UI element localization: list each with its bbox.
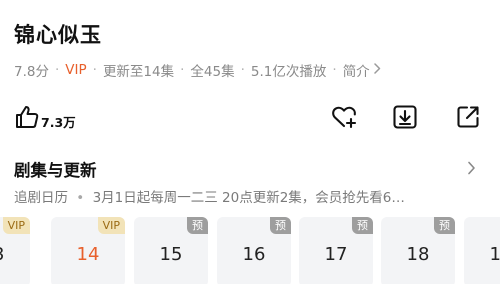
update-schedule[interactable]: 追剧日历 • 3月1日起每周一二三 20点更新2集，会员抢先看6… — [14, 186, 486, 206]
episodes-section-title[interactable]: 剧集与更新 — [14, 157, 97, 181]
show-title: 锦心似玉 — [14, 23, 102, 47]
play-count-text: 5.1亿次播放 — [250, 64, 327, 80]
favorite-button[interactable] — [329, 104, 359, 134]
episode-tile[interactable]: VIP 14 — [51, 217, 125, 284]
separator-dot: • — [76, 190, 85, 206]
episode-number: 19 — [489, 244, 500, 265]
chevron-right-icon — [373, 62, 381, 78]
rating-text: 7.8分 — [14, 64, 49, 80]
separator-dot: · — [332, 62, 337, 78]
separator-dot: · — [180, 62, 185, 78]
vip-badge: VIP — [2, 217, 30, 234]
episode-number: 17 — [324, 244, 348, 265]
show-meta-row[interactable]: 7.8分 · VIP · 更新至14集 · 全45集 · 5.1亿次播放 · 简… — [14, 60, 381, 80]
chevron-right-icon[interactable] — [467, 160, 476, 179]
schedule-prefix: 追剧日历 — [14, 190, 68, 206]
preview-badge: 预 — [270, 217, 291, 234]
vip-label: VIP — [65, 62, 87, 78]
separator-dot: · — [92, 62, 97, 78]
separator-dot: · — [240, 62, 245, 78]
share-button[interactable] — [453, 104, 483, 134]
preview-badge: 预 — [352, 217, 373, 234]
episode-number: 13 — [0, 244, 30, 265]
vip-badge: VIP — [97, 217, 125, 234]
episode-number: 18 — [406, 244, 430, 265]
episode-number: 14 — [76, 244, 100, 265]
download-icon — [392, 104, 418, 134]
thumbs-up-icon — [14, 104, 40, 134]
like-count: 7.3万 — [41, 114, 76, 130]
episode-list: VIP 13 VIP 14 预 15 预 16 预 17 预 18 预 19 — [0, 217, 500, 284]
episode-tile[interactable]: 预 19 — [464, 217, 500, 284]
episode-number: 15 — [159, 244, 183, 265]
download-button[interactable] — [390, 104, 420, 134]
heart-plus-icon — [330, 104, 358, 134]
like-button[interactable]: 7.3万 — [14, 104, 76, 134]
schedule-text: 3月1日起每周一二三 20点更新2集，会员抢先看6… — [92, 190, 405, 206]
episode-tile[interactable]: 预 15 — [134, 217, 208, 284]
episode-tile[interactable]: 预 16 — [217, 217, 291, 284]
update-status-text: 更新至14集 — [102, 64, 175, 80]
action-bar: 7.3万 — [0, 100, 500, 140]
episode-tile[interactable]: 预 18 — [381, 217, 455, 284]
share-icon — [455, 104, 481, 134]
preview-badge: 预 — [187, 217, 208, 234]
episode-tile[interactable]: VIP 13 — [0, 217, 30, 284]
separator-dot: · — [54, 62, 60, 78]
episode-tile[interactable]: 预 17 — [299, 217, 373, 284]
intro-link[interactable]: 简介 — [343, 60, 370, 80]
total-episodes-text: 全45集 — [190, 64, 235, 80]
preview-badge: 预 — [434, 217, 455, 234]
episode-number: 16 — [242, 244, 266, 265]
